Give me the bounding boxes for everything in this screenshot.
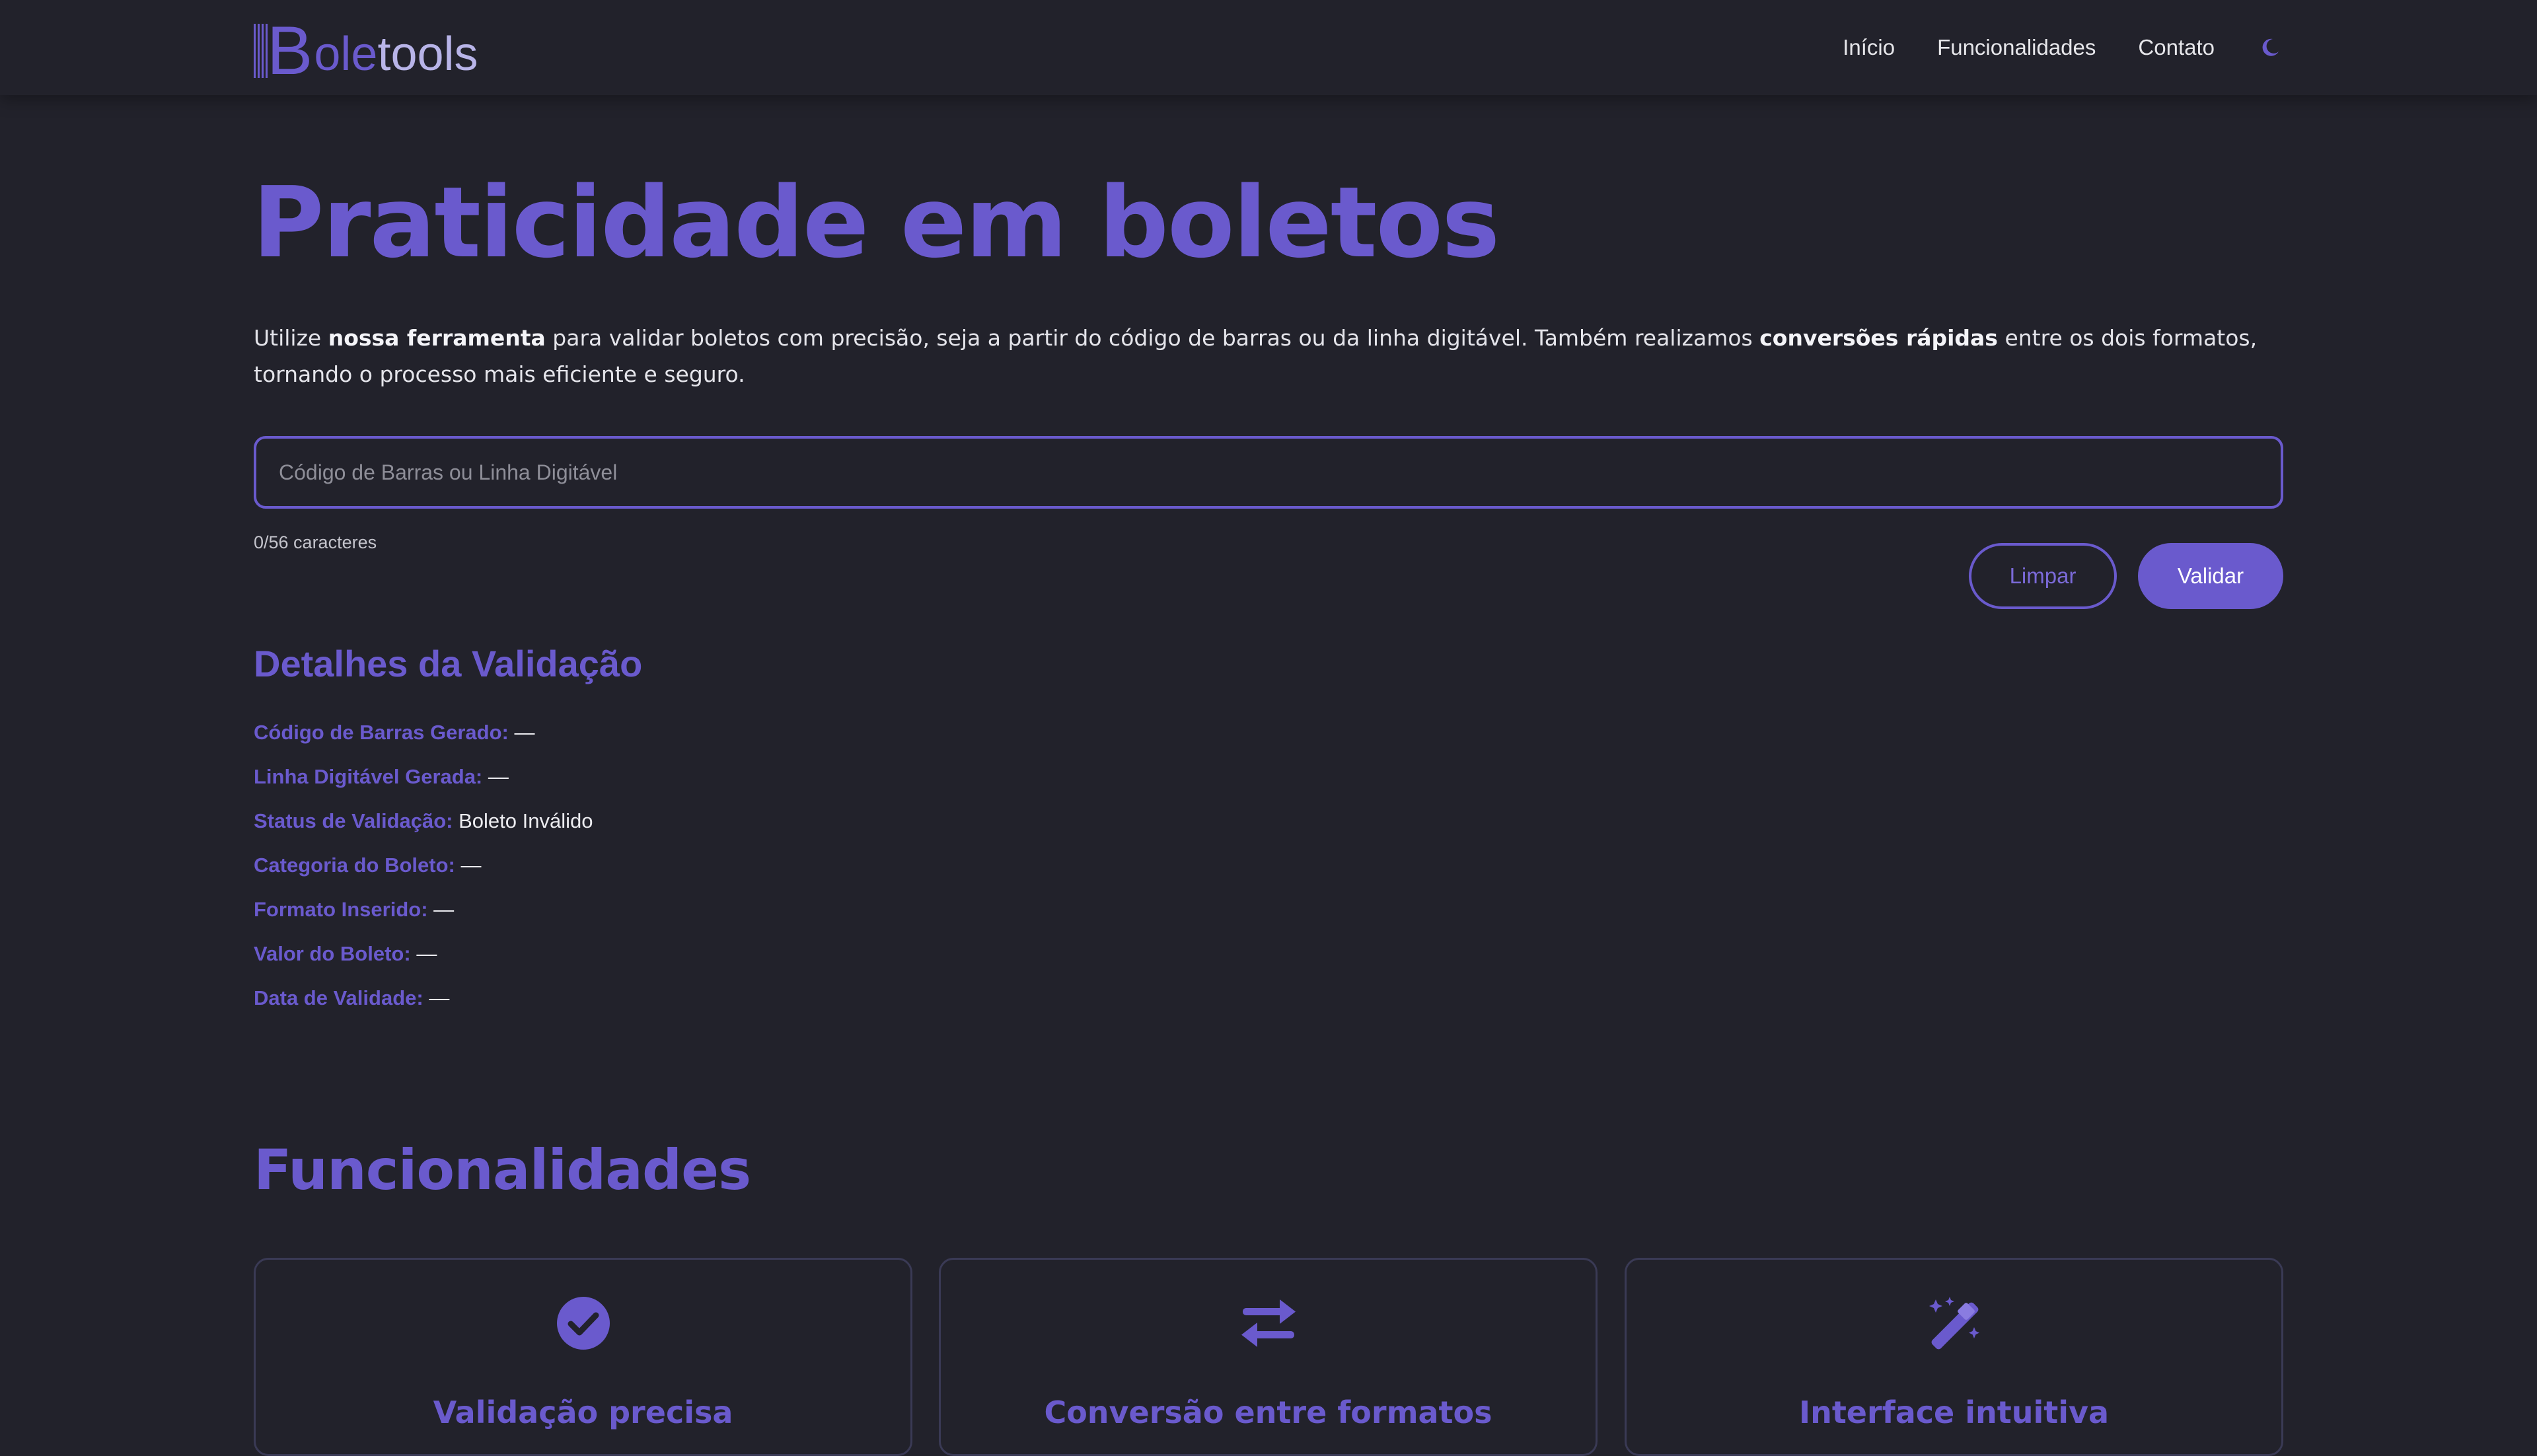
feature-card-conversion: Conversão entre formatos: [939, 1258, 1598, 1456]
feature-card-title: Validação precisa: [433, 1395, 733, 1430]
check-circle-icon: [556, 1297, 610, 1350]
detail-label: Status de Validação:: [254, 809, 453, 832]
detail-label: Código de Barras Gerado:: [254, 721, 509, 744]
magic-wand-icon: [1929, 1297, 1979, 1350]
detail-label: Linha Digitável Gerada:: [254, 765, 483, 788]
feature-card-validation: Validação precisa: [254, 1258, 912, 1456]
detail-value: —: [433, 898, 455, 921]
detail-row-due-date: Data de Validade: —: [254, 983, 593, 1027]
moon-icon: [2262, 38, 2279, 56]
detail-value: —: [514, 721, 535, 744]
validation-details-title: Detalhes da Validação: [254, 643, 643, 684]
boleto-code-input[interactable]: [254, 436, 2283, 509]
features-title: Funcionalidades: [254, 1138, 751, 1202]
feature-card-title: Conversão entre formatos: [1044, 1395, 1492, 1430]
detail-row-status: Status de Validação: Boleto Inválido: [254, 806, 593, 850]
hero-title: Praticidade em boletos: [252, 166, 1500, 279]
detail-label: Categoria do Boleto:: [254, 854, 455, 877]
hero-description: Utilize nossa ferramenta para validar bo…: [254, 320, 2289, 392]
logo-text-part2: tools: [377, 28, 478, 81]
nav-link-contato[interactable]: Contato: [2138, 35, 2215, 60]
detail-row-digitable-line: Linha Digitável Gerada: —: [254, 762, 593, 806]
validate-button[interactable]: Validar: [2138, 543, 2283, 609]
brand-logo[interactable]: B ole tools: [254, 13, 478, 89]
detail-row-amount: Valor do Boleto: —: [254, 939, 593, 983]
logo-letter: B: [267, 13, 313, 89]
logo-bars-icon: [254, 24, 270, 78]
character-counter: 0/56 caracteres: [254, 532, 377, 552]
detail-label: Formato Inserido:: [254, 898, 428, 921]
detail-label: Data de Validade:: [254, 986, 423, 1009]
navbar: B ole tools Início Funcionalidades Conta…: [0, 0, 2537, 95]
validation-details-list: Código de Barras Gerado: — Linha Digitáv…: [254, 717, 593, 1027]
clear-button[interactable]: Limpar: [1969, 543, 2117, 609]
hero-desc-highlight-1: nossa ferramenta: [328, 325, 546, 351]
hero-desc-text-1: Utilize: [254, 325, 328, 351]
detail-row-category: Categoria do Boleto: —: [254, 850, 593, 894]
nav-link-funcionalidades[interactable]: Funcionalidades: [1937, 35, 2096, 60]
main-nav: Início Funcionalidades Contato: [1800, 0, 2283, 95]
feature-card-interface: Interface intuitiva: [1625, 1258, 2283, 1456]
detail-value: —: [488, 765, 509, 788]
logo-text-part1: ole: [314, 28, 378, 81]
detail-value: —: [416, 942, 437, 965]
detail-label: Valor do Boleto:: [254, 942, 411, 965]
nav-link-inicio[interactable]: Início: [1843, 35, 1895, 60]
detail-value: Boleto Inválido: [459, 809, 593, 832]
feature-card-title: Interface intuitiva: [1798, 1395, 2110, 1430]
theme-toggle-button[interactable]: [2257, 34, 2283, 61]
hero-desc-text-2: para validar boletos com precisão, seja …: [545, 325, 1760, 351]
hero-desc-highlight-2: conversões rápidas: [1759, 325, 1998, 351]
detail-row-barcode: Código de Barras Gerado: —: [254, 717, 593, 762]
detail-value: —: [460, 854, 482, 877]
exchange-arrows-icon: [1241, 1299, 1296, 1347]
detail-value: —: [429, 986, 450, 1009]
detail-row-format: Formato Inserido: —: [254, 894, 593, 939]
